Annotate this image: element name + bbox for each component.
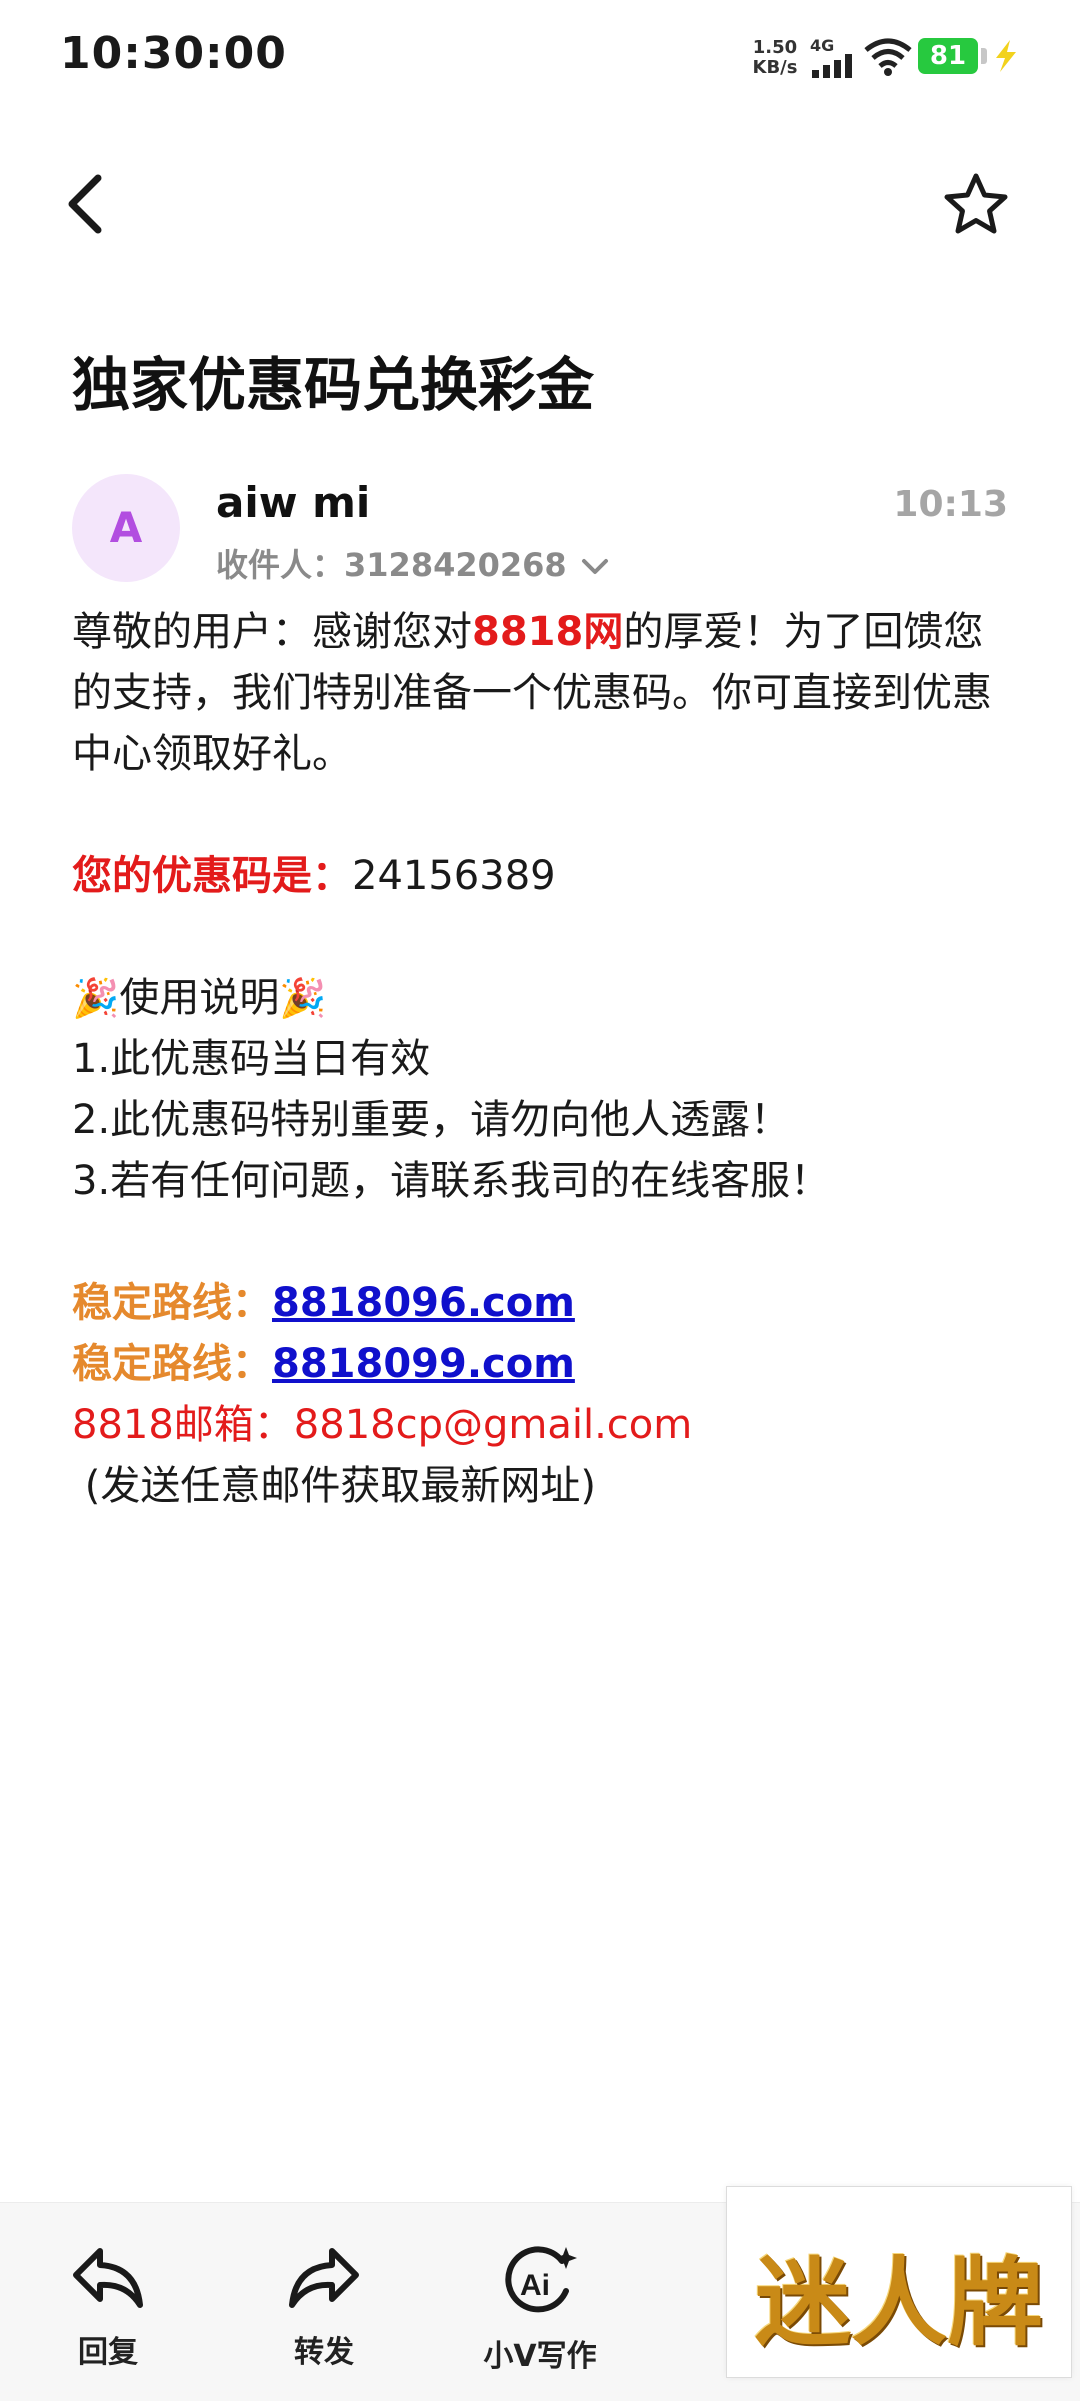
status-bar: 10:30:00 1.50 KB/s 4G 81 <box>0 0 1080 120</box>
rule-2: 2.此优惠码特别重要，请勿向他人透露！ <box>72 1097 791 1143</box>
email-time: 10:13 <box>893 484 1008 525</box>
mailbox-line: 8818邮箱：8818cp@gmail.com <box>72 1395 1012 1456</box>
recipient-toggle[interactable]: 收件人：3128420268 <box>216 540 609 586</box>
reply-icon <box>73 2248 143 2308</box>
usage-title-line: 🎉使用说明🎉 <box>72 968 1012 1029</box>
forward-label: 转发 <box>294 2335 354 2370</box>
reply-label: 回复 <box>78 2335 138 2370</box>
route-line-1: 稳定路线：8818096.com <box>72 1273 1012 1334</box>
rule-1: 1.此优惠码当日有效 <box>72 1036 431 1082</box>
sender-name[interactable]: aiw mi <box>216 478 370 527</box>
chevron-down-icon <box>581 559 608 574</box>
forward-button[interactable]: 转发 <box>254 2243 394 2371</box>
charging-bolt-icon <box>996 40 1016 72</box>
email-subject: 独家优惠码兑换彩金 <box>72 351 595 419</box>
route-label: 稳定路线： <box>72 1280 272 1326</box>
svg-text:Ai: Ai <box>520 2269 550 2302</box>
mailbox-note: (发送任意邮件获取最新网址) <box>72 1456 1012 1517</box>
rule-3: 3.若有任何问题，请联系我司的在线客服！ <box>72 1158 831 1204</box>
star-button[interactable] <box>940 168 1012 240</box>
back-button[interactable] <box>58 168 118 240</box>
mailbox-note-text: (发送任意邮件获取最新网址) <box>84 1463 596 1509</box>
code-value: 24156389 <box>352 853 556 899</box>
reply-button[interactable]: 回复 <box>38 2243 178 2371</box>
mailbox-address[interactable]: 8818cp@gmail.com <box>294 1402 692 1448</box>
mailbox-label: 8818邮箱： <box>72 1402 294 1448</box>
forward-icon <box>289 2248 359 2308</box>
party-popper-icon: 🎉 <box>72 976 120 1020</box>
code-line: 您的优惠码是：24156389 <box>72 846 1012 907</box>
chevron-left-icon <box>68 174 102 234</box>
route-line-2: 稳定路线：8818099.com <box>72 1334 1012 1395</box>
wifi-icon <box>864 38 912 76</box>
ai-write-label: 小V写作 <box>483 2339 597 2374</box>
email-body: 尊敬的用户：感谢您对8818网的厚爱！为了回馈您的支持，我们特别准备一个优惠码。… <box>72 602 1012 1517</box>
greeting-text-a: 尊敬的用户：感谢您对 <box>72 609 472 655</box>
ai-write-icon: Ai <box>505 2246 577 2313</box>
network-type: 4G <box>810 36 835 55</box>
code-label: 您的优惠码是： <box>72 853 352 899</box>
battery-cap <box>981 48 987 64</box>
watermark-text: 迷人牌 <box>755 2246 1043 2359</box>
route-label: 稳定路线： <box>72 1341 272 1387</box>
recipient-label: 收件人： <box>216 546 345 584</box>
recipient-value: 3128420268 <box>344 546 567 584</box>
network-speed-unit: KB/s <box>752 57 798 78</box>
battery-indicator: 81 <box>918 38 978 74</box>
greeting-paragraph: 尊敬的用户：感谢您对8818网的厚爱！为了回馈您的支持，我们特别准备一个优惠码。… <box>72 602 1012 785</box>
sender-avatar[interactable]: A <box>72 474 180 582</box>
watermark-logo: 迷人牌 <box>726 2186 1072 2378</box>
cell-signal-icon <box>812 54 852 78</box>
route-link-2[interactable]: 8818099.com <box>272 1341 575 1387</box>
party-popper-icon: 🎉 <box>279 976 327 1020</box>
route-link-1[interactable]: 8818096.com <box>272 1280 575 1326</box>
status-time: 10:30:00 <box>60 28 287 79</box>
brand-name: 8818网 <box>472 609 624 655</box>
usage-title: 使用说明 <box>119 975 280 1021</box>
network-speed: 1.50 KB/s <box>752 38 798 78</box>
ai-write-button[interactable]: Ai 小V写作 <box>470 2243 610 2375</box>
star-outline-icon <box>944 173 1008 234</box>
network-speed-value: 1.50 <box>752 37 798 58</box>
